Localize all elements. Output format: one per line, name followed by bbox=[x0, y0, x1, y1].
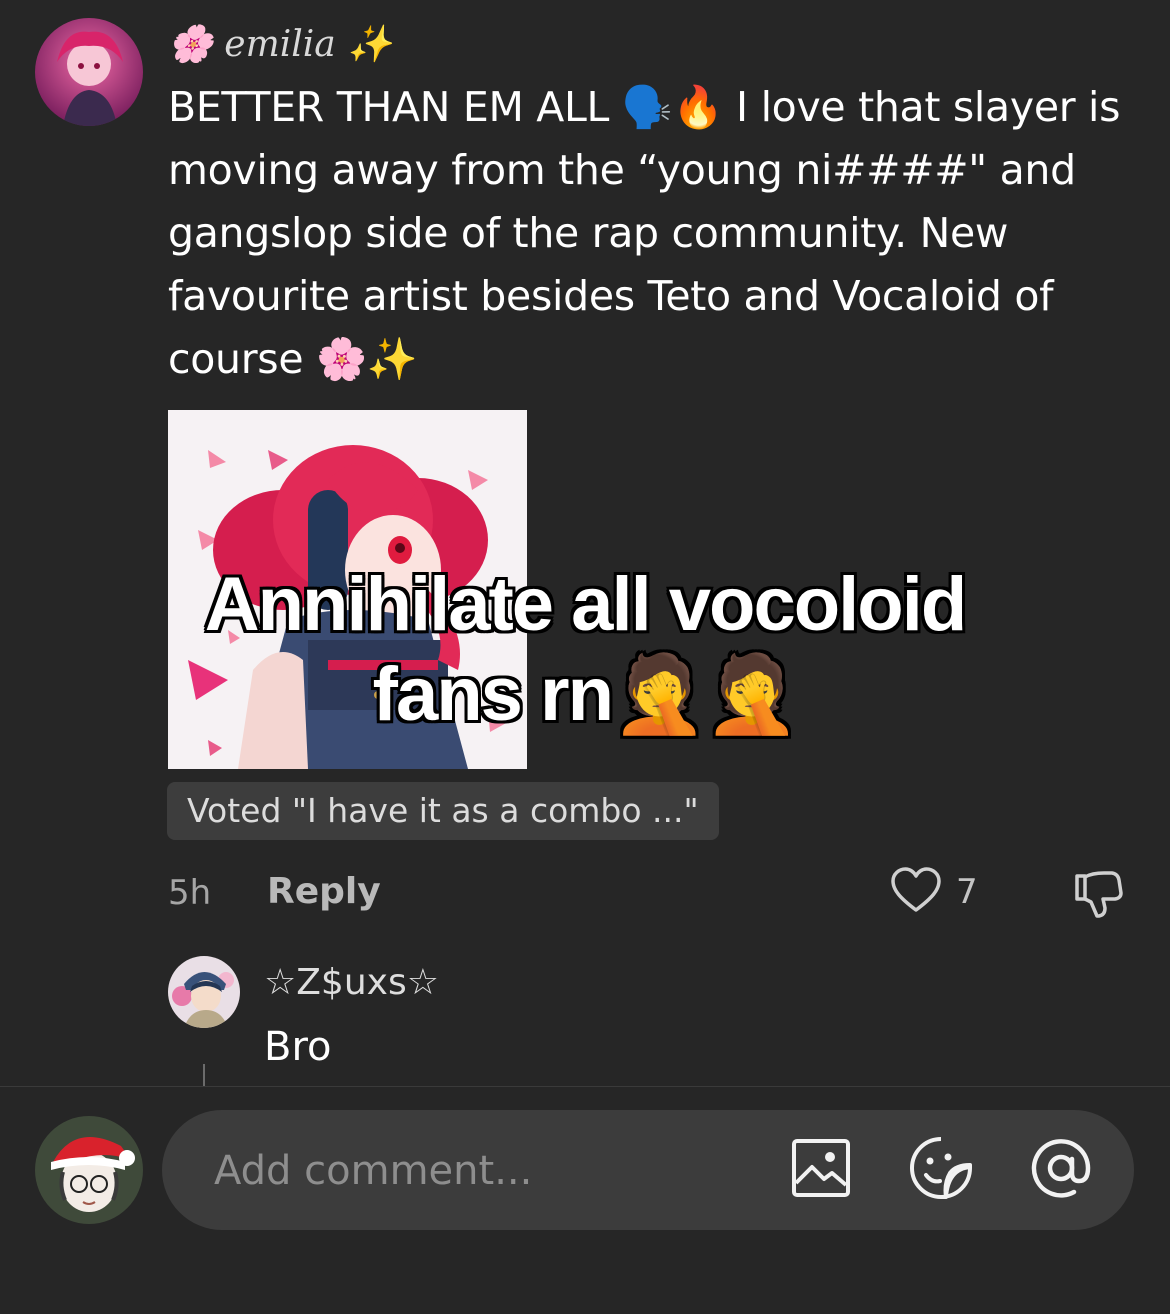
at-sign-icon bbox=[1028, 1135, 1094, 1205]
commenter-avatar[interactable] bbox=[35, 18, 143, 126]
reply-text: Bro bbox=[264, 1024, 332, 1070]
sticker-button[interactable] bbox=[908, 1137, 974, 1203]
emoji-sticker-icon bbox=[908, 1135, 974, 1205]
like-button[interactable]: 7 bbox=[890, 866, 978, 918]
heart-outline-icon bbox=[890, 866, 942, 918]
commenter-username[interactable]: 🌸 emilia ✨ bbox=[168, 20, 392, 70]
thumbs-down-icon bbox=[1070, 871, 1124, 924]
image-caption-overlay: Annihilate all vocoloid fans rn🤦🤦 bbox=[204, 562, 968, 737]
comment-timestamp: 5h bbox=[168, 873, 212, 913]
comment-composer bbox=[0, 1087, 1170, 1314]
reply-button[interactable]: Reply bbox=[267, 868, 381, 916]
thread-line bbox=[203, 1064, 205, 1086]
mention-button[interactable] bbox=[1028, 1137, 1094, 1203]
like-count: 7 bbox=[956, 872, 978, 912]
comment-input-box[interactable] bbox=[162, 1110, 1134, 1230]
dislike-button[interactable] bbox=[1070, 866, 1124, 924]
image-button[interactable] bbox=[788, 1137, 854, 1203]
vote-chip[interactable]: Voted "I have it as a combo ..." bbox=[167, 782, 719, 840]
comment-input[interactable] bbox=[212, 1138, 776, 1204]
comment-text: BETTER THAN EM ALL 🗣️🔥 I love that slaye… bbox=[168, 83, 1121, 383]
replier-username[interactable]: ☆Z$uxs☆ bbox=[264, 958, 439, 1008]
current-user-avatar[interactable] bbox=[35, 1116, 143, 1224]
image-icon bbox=[790, 1137, 852, 1203]
replier-avatar[interactable] bbox=[168, 956, 240, 1028]
